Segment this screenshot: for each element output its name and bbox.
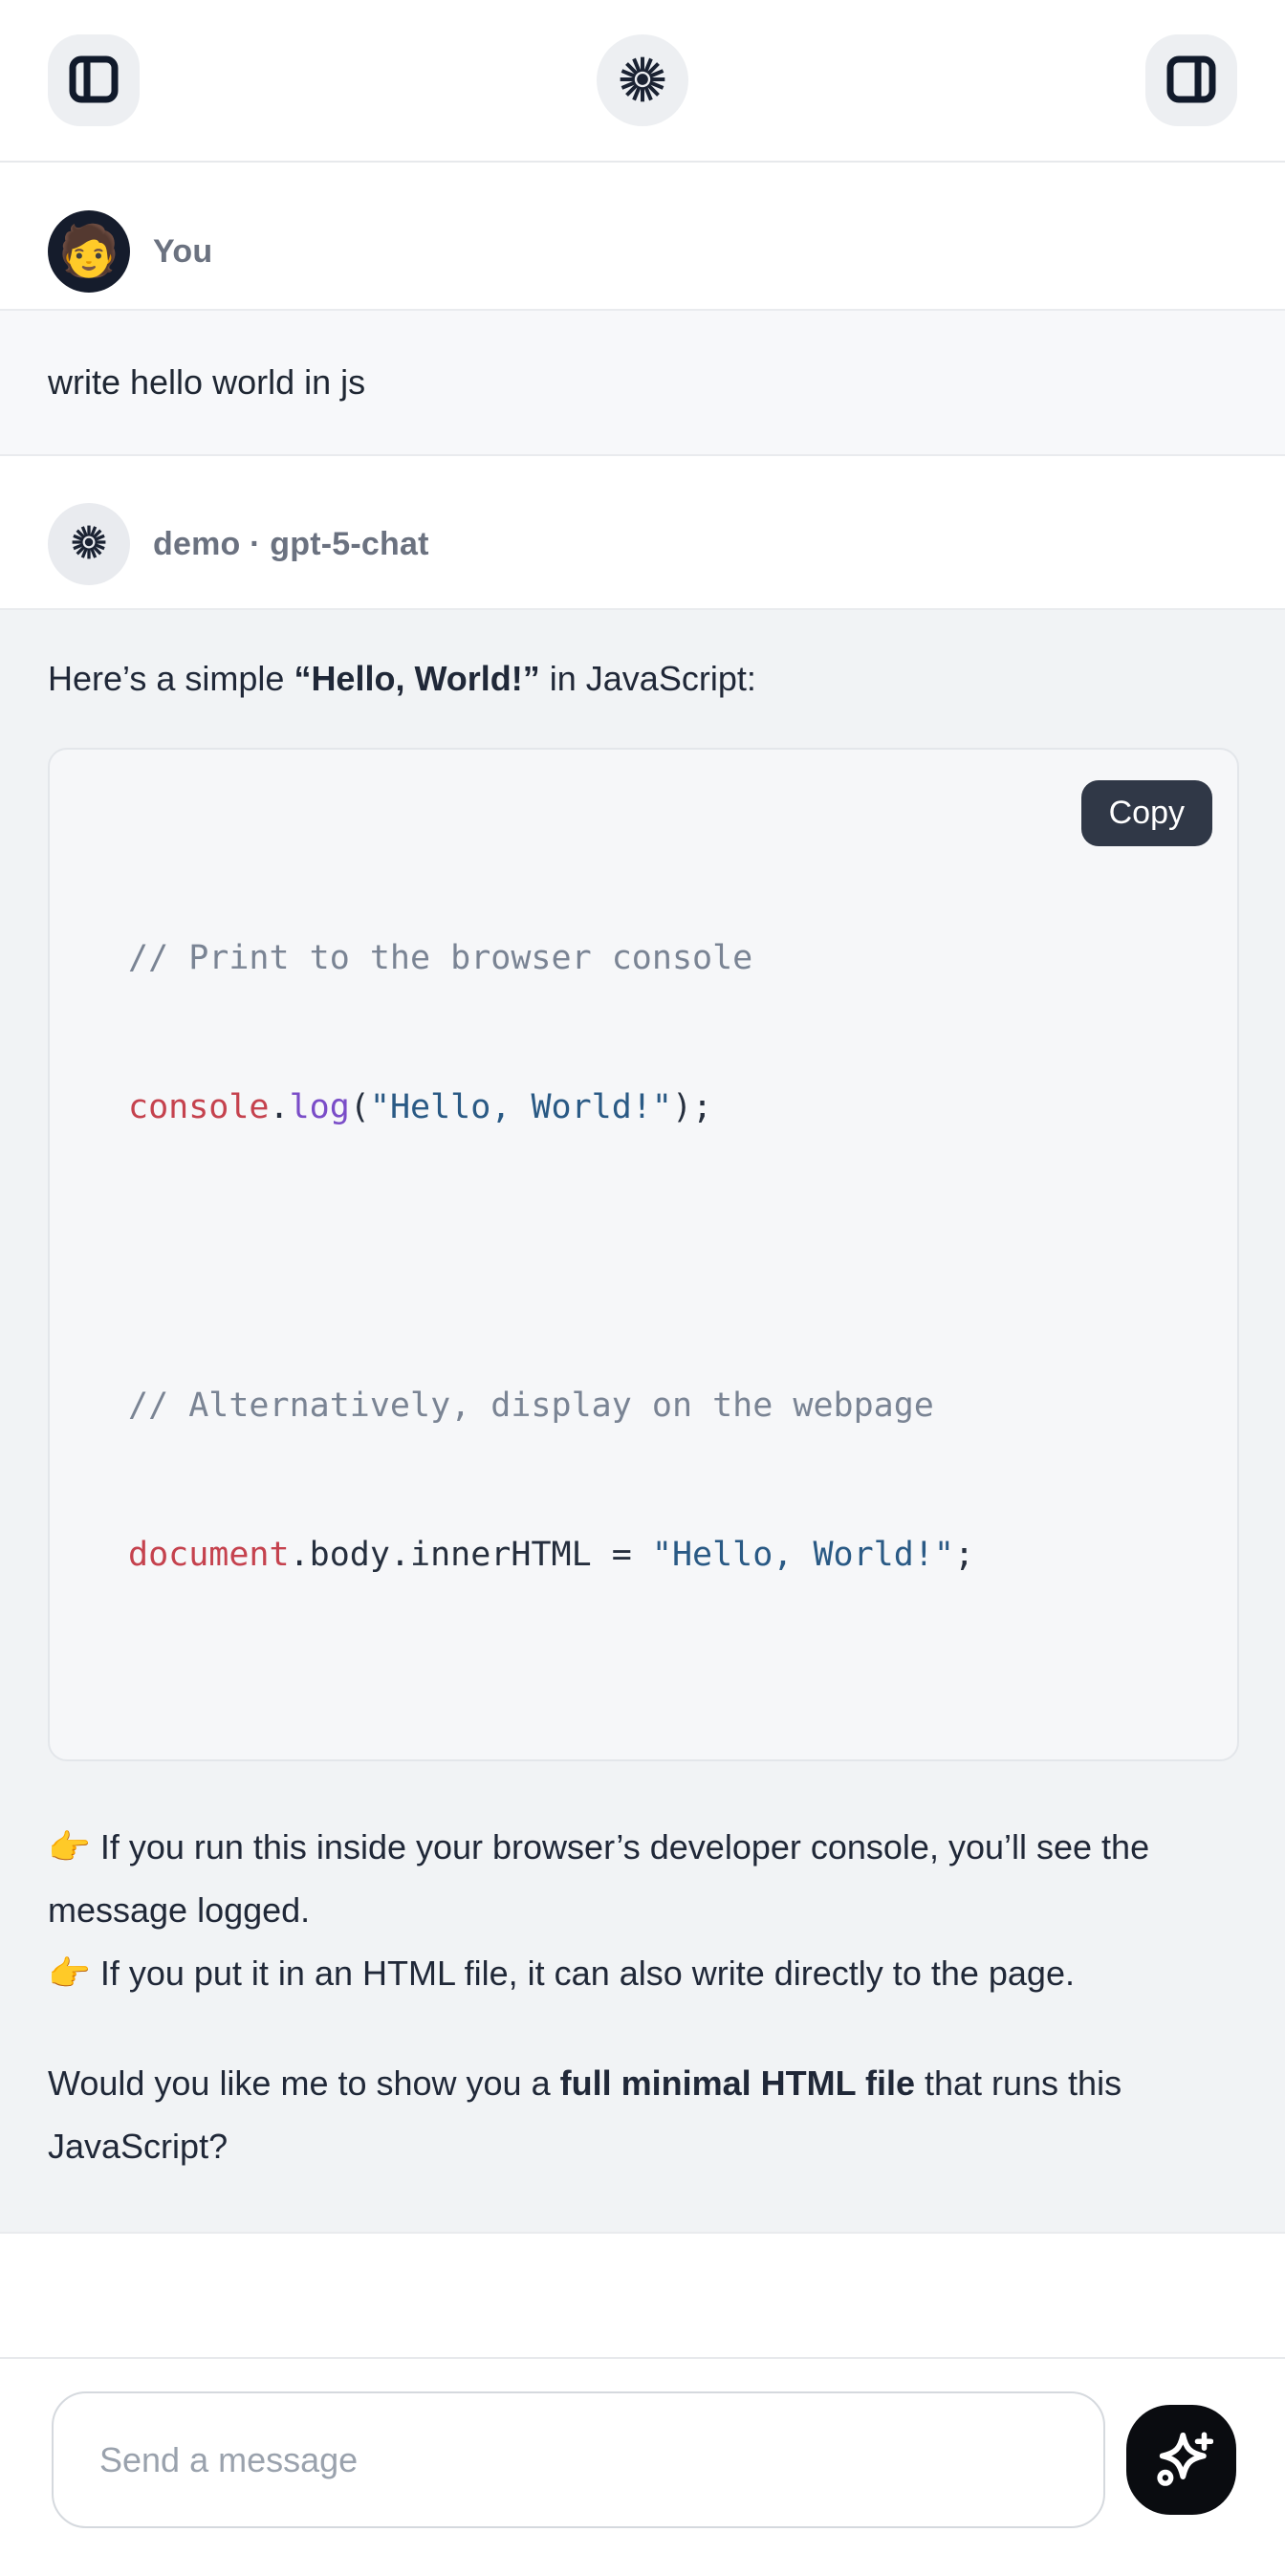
assistant-message: Here’s a simple “Hello, World!” in JavaS… xyxy=(0,608,1285,2234)
intro-bold: “Hello, World!” xyxy=(294,659,539,698)
user-sender-label: You xyxy=(153,233,212,271)
user-message-text: write hello world in js xyxy=(48,362,1237,403)
code-content: // Print to the browser console console.… xyxy=(128,834,1199,1679)
code-token: ( xyxy=(350,1088,370,1126)
chat-thread: 🧑 You write hello world in js xyxy=(0,163,1285,2357)
assistant-tip-1: 👉 If you run this inside your browser’s … xyxy=(48,1816,1239,1942)
code-line: console.log("Hello, World!"); xyxy=(128,1082,1199,1132)
assistant-avatar xyxy=(48,503,130,585)
starburst-logo-icon xyxy=(616,53,669,109)
copy-button[interactable]: Copy xyxy=(1081,780,1212,846)
code-comment-line: // Alternatively, display on the webpage xyxy=(128,1381,1199,1430)
starburst-icon xyxy=(68,521,110,568)
assistant-intro-text: Here’s a simple “Hello, World!” in JavaS… xyxy=(48,650,1239,708)
panel-left-icon xyxy=(69,55,119,106)
top-bar xyxy=(0,0,1285,163)
chat-empty-space xyxy=(0,2234,1285,2357)
code-block: Copy // Print to the browser console con… xyxy=(48,748,1239,1761)
composer-bar xyxy=(0,2357,1285,2576)
sidebar-toggle-button[interactable] xyxy=(48,34,140,126)
assistant-sender-label: demo · gpt-5-chat xyxy=(153,526,429,563)
code-token: document xyxy=(128,1536,290,1574)
code-token: "Hello, World!" xyxy=(370,1088,672,1126)
assistant-sender-row: demo · gpt-5-chat xyxy=(0,456,1285,608)
user-message: write hello world in js xyxy=(0,309,1285,456)
code-token: "Hello, World!" xyxy=(652,1536,954,1574)
intro-pre: Here’s a simple xyxy=(48,659,294,698)
code-blank-line xyxy=(128,1232,1199,1281)
send-button[interactable] xyxy=(1126,2405,1236,2515)
closing-bold: full minimal HTML file xyxy=(560,2063,915,2103)
panel-right-icon xyxy=(1166,55,1216,106)
intro-post: in JavaScript: xyxy=(540,659,756,698)
closing-pre: Would you like me to show you a xyxy=(48,2063,560,2103)
user-avatar: 🧑 xyxy=(48,210,130,293)
sparkle-icon xyxy=(1150,2427,1213,2493)
message-input[interactable] xyxy=(52,2391,1105,2528)
panel-toggle-button[interactable] xyxy=(1145,34,1237,126)
app-logo-button[interactable] xyxy=(597,34,688,126)
code-token: log xyxy=(290,1088,350,1126)
code-token: = xyxy=(592,1536,652,1574)
user-sender-row: 🧑 You xyxy=(0,163,1285,309)
code-line: document.body.innerHTML = "Hello, World!… xyxy=(128,1530,1199,1580)
code-token: ; xyxy=(954,1536,974,1574)
code-token: console xyxy=(128,1088,270,1126)
assistant-tip-2: 👉 If you put it in an HTML file, it can … xyxy=(48,1942,1239,2005)
code-token: ); xyxy=(672,1088,712,1126)
code-comment-line: // Print to the browser console xyxy=(128,933,1199,983)
person-emoji-icon: 🧑 xyxy=(58,227,120,276)
code-token: . xyxy=(270,1088,290,1126)
code-token: .body.innerHTML xyxy=(290,1536,592,1574)
assistant-closing-text: Would you like me to show you a full min… xyxy=(48,2052,1239,2178)
